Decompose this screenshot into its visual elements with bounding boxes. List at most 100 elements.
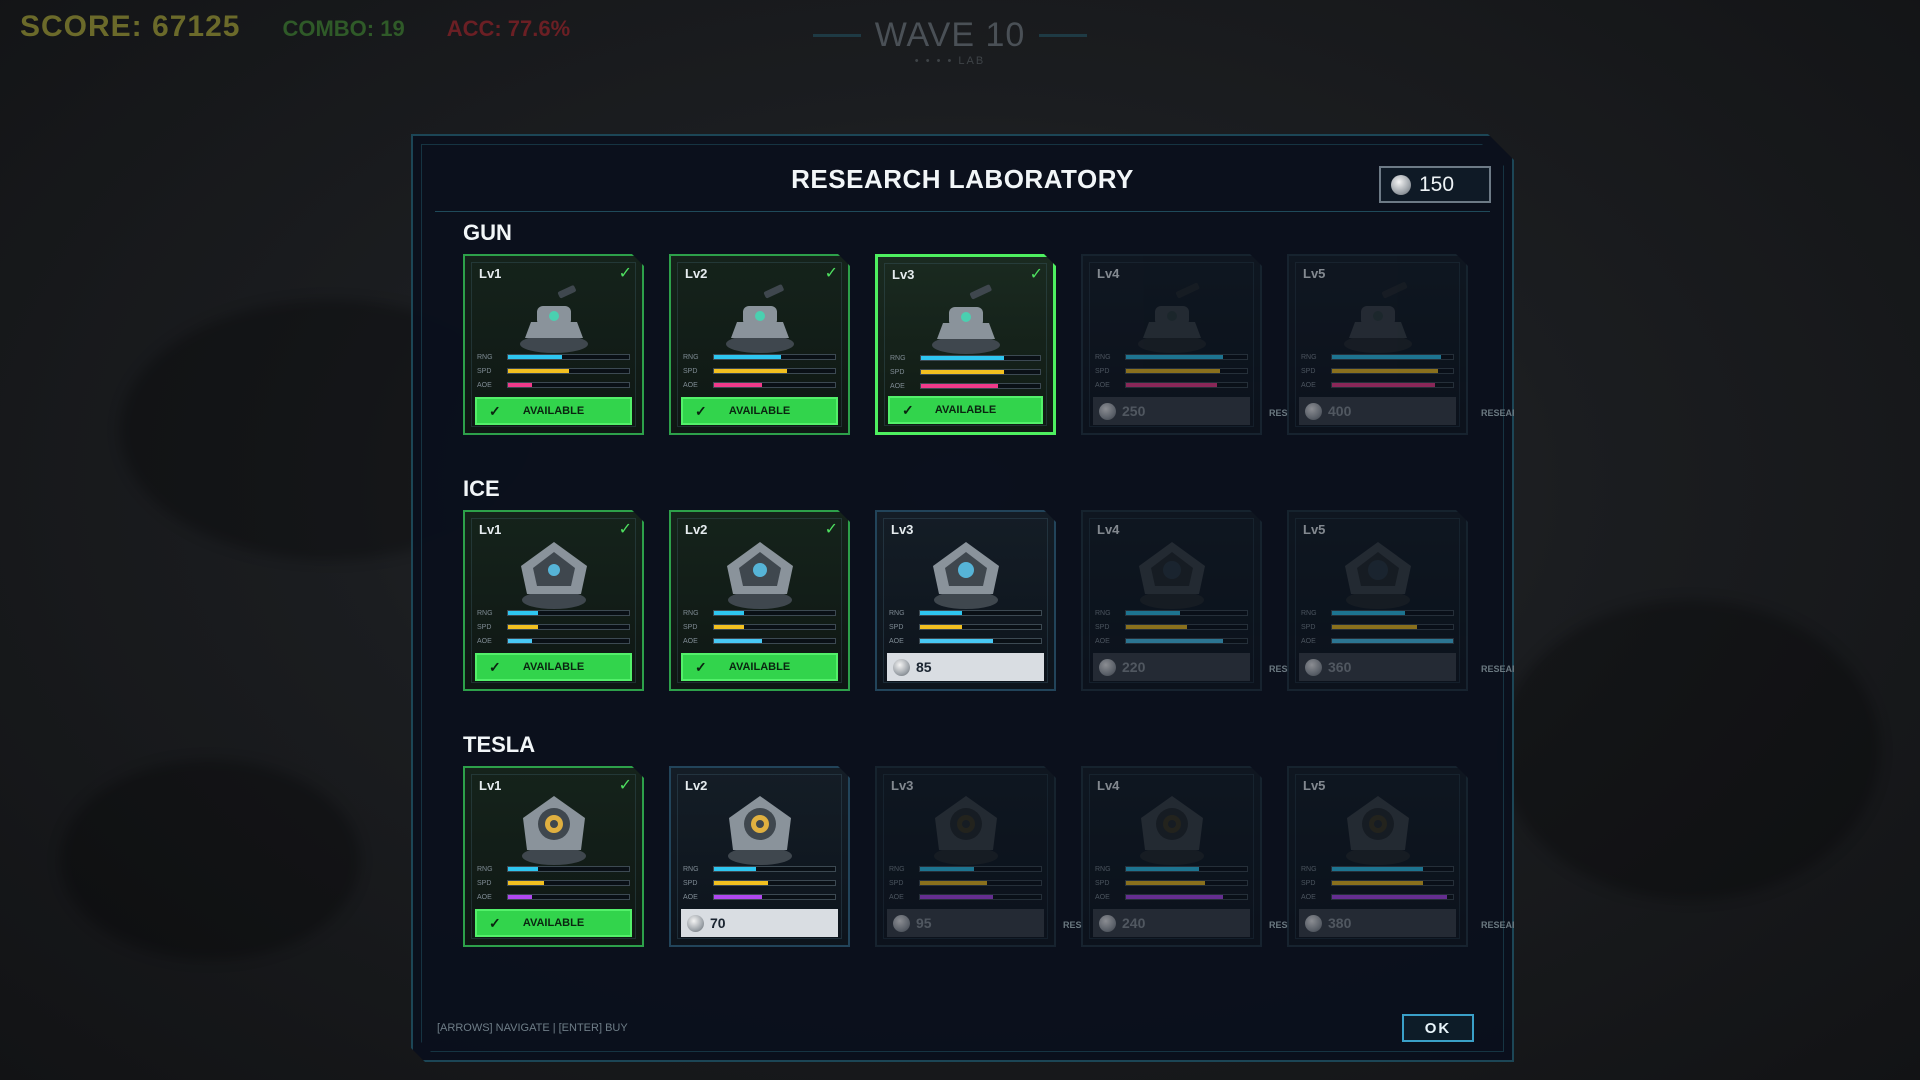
stat-track bbox=[1331, 624, 1454, 630]
stat-label: AOE bbox=[1301, 637, 1316, 645]
stat-label: SPD bbox=[683, 367, 698, 375]
coin-icon bbox=[1305, 659, 1322, 676]
stat-fill-spd bbox=[1126, 369, 1220, 373]
stat-fill-spd bbox=[1332, 369, 1438, 373]
upgrade-card-tesla-lv3[interactable]: Lv3 RNG SPD AOE 95 bbox=[875, 766, 1056, 947]
category-title: GUN bbox=[463, 220, 512, 245]
stat-label: RNG bbox=[1301, 865, 1317, 873]
available-label: AVAILABLE bbox=[522, 917, 585, 929]
buy-button[interactable]: 85 bbox=[887, 653, 1044, 681]
check-icon: ✓ bbox=[695, 402, 707, 419]
stat-track bbox=[919, 880, 1042, 886]
available-button[interactable]: ✓ AVAILABLE bbox=[888, 396, 1043, 424]
coin-icon bbox=[1099, 659, 1116, 676]
turret-tesla-icon bbox=[1129, 790, 1215, 868]
stat-label: SPD bbox=[889, 879, 904, 887]
title-divider bbox=[435, 211, 1490, 212]
stat-aoe: AOE bbox=[1095, 378, 1248, 392]
stat-track bbox=[1125, 866, 1248, 872]
upgrade-card-tesla-lv1[interactable]: Lv1 ✓ RNG SPD AOE ✓ AVAILABLE bbox=[463, 766, 644, 947]
upgrade-card-tesla-lv5[interactable]: Lv5 RNG SPD AOE 380 bbox=[1287, 766, 1468, 947]
stat-spd: SPD bbox=[890, 365, 1041, 379]
stat-fill-aoe bbox=[921, 384, 998, 388]
turret-gun-icon bbox=[923, 279, 1009, 357]
stat-track bbox=[1125, 368, 1248, 374]
stat-label: RNG bbox=[477, 353, 493, 361]
available-button[interactable]: ✓ AVAILABLE bbox=[475, 653, 632, 681]
ok-button[interactable]: OK bbox=[1402, 1014, 1474, 1042]
stat-rng: RNG bbox=[889, 862, 1042, 876]
stat-label: RNG bbox=[889, 865, 905, 873]
upgrade-card-ice-lv4[interactable]: Lv4 RNG SPD AOE 220 bbox=[1081, 510, 1262, 691]
stat-track bbox=[507, 866, 630, 872]
stat-track bbox=[713, 382, 836, 388]
check-icon: ✓ bbox=[824, 521, 838, 538]
turret-ice-icon bbox=[717, 534, 803, 612]
available-button[interactable]: ✓ AVAILABLE bbox=[681, 653, 838, 681]
stat-fill-aoe bbox=[1126, 639, 1223, 643]
stat-label: SPD bbox=[683, 879, 698, 887]
stat-fill-aoe bbox=[1332, 639, 1453, 643]
research-label: RESEARCH bbox=[1481, 664, 1532, 674]
upgrade-card-gun-lv2[interactable]: Lv2 ✓ RNG SPD AOE ✓ AVAILABLE bbox=[669, 254, 850, 435]
stat-label: SPD bbox=[1095, 623, 1110, 631]
stat-fill-rng bbox=[1126, 867, 1199, 871]
buy-button[interactable]: 70 bbox=[681, 909, 838, 937]
available-button[interactable]: ✓ AVAILABLE bbox=[475, 909, 632, 937]
stat-fill-spd bbox=[1126, 881, 1205, 885]
stat-aoe: AOE bbox=[889, 634, 1042, 648]
available-button[interactable]: ✓ AVAILABLE bbox=[681, 397, 838, 425]
stat-track bbox=[1331, 880, 1454, 886]
stat-fill-spd bbox=[1332, 881, 1423, 885]
stat-aoe: AOE bbox=[477, 890, 630, 904]
level-label: Lv3 bbox=[891, 522, 914, 537]
stat-bars: RNG SPD AOE bbox=[1095, 606, 1248, 648]
price-label: 380 bbox=[1328, 915, 1352, 931]
upgrade-card-ice-lv1[interactable]: Lv1 ✓ RNG SPD AOE ✓ AVAILABLE bbox=[463, 510, 644, 691]
panel-title: RESEARCH LABORATORY bbox=[791, 164, 1134, 194]
upgrade-card-gun-lv1[interactable]: Lv1 ✓ RNG SPD AOE ✓ AVAILABLE bbox=[463, 254, 644, 435]
upgrade-card-tesla-lv2[interactable]: Lv2 RNG SPD AOE 70 bbox=[669, 766, 850, 947]
upgrade-card-tesla-lv4[interactable]: Lv4 RNG SPD AOE 240 bbox=[1081, 766, 1262, 947]
stat-rng: RNG bbox=[683, 862, 836, 876]
stat-label: SPD bbox=[1301, 623, 1316, 631]
upgrade-card-ice-lv5[interactable]: Lv5 RNG SPD AOE 360 bbox=[1287, 510, 1468, 691]
stat-fill-spd bbox=[508, 625, 538, 629]
coin-icon bbox=[1099, 403, 1116, 420]
stat-fill-aoe bbox=[1332, 895, 1447, 899]
price-label: 220 bbox=[1122, 659, 1146, 675]
stat-fill-rng bbox=[508, 867, 538, 871]
stat-fill-spd bbox=[920, 881, 987, 885]
price-label: 240 bbox=[1122, 915, 1146, 931]
upgrade-card-gun-lv4[interactable]: Lv4 RNG SPD AOE 250 bbox=[1081, 254, 1262, 435]
stat-fill-aoe bbox=[920, 639, 993, 643]
available-button[interactable]: ✓ AVAILABLE bbox=[475, 397, 632, 425]
stat-label: AOE bbox=[683, 637, 698, 645]
turret-tesla-icon bbox=[1335, 790, 1421, 868]
locked-price: 250 bbox=[1093, 397, 1250, 425]
turret-gun-icon bbox=[717, 278, 803, 356]
stat-fill-rng bbox=[508, 355, 562, 359]
stat-label: RNG bbox=[683, 865, 699, 873]
stat-spd: SPD bbox=[477, 876, 630, 890]
stat-spd: SPD bbox=[477, 364, 630, 378]
stat-rng: RNG bbox=[890, 351, 1041, 365]
stat-track bbox=[507, 880, 630, 886]
price-label: 250 bbox=[1122, 403, 1146, 419]
stat-rng: RNG bbox=[1095, 862, 1248, 876]
stat-label: SPD bbox=[477, 879, 492, 887]
stat-track bbox=[507, 382, 630, 388]
stat-rng: RNG bbox=[1301, 862, 1454, 876]
upgrade-card-gun-lv3[interactable]: Lv3 ✓ RNG SPD AOE ✓ AVAILABLE bbox=[875, 254, 1056, 435]
upgrade-card-gun-lv5[interactable]: Lv5 RNG SPD AOE 400 bbox=[1287, 254, 1468, 435]
upgrade-card-ice-lv3[interactable]: Lv3 RNG SPD AOE 85 bbox=[875, 510, 1056, 691]
res-label: RES bbox=[1269, 920, 1288, 930]
res-label: RES bbox=[1269, 664, 1288, 674]
stat-label: AOE bbox=[683, 893, 698, 901]
stat-label: RNG bbox=[1095, 865, 1111, 873]
stat-track bbox=[1125, 382, 1248, 388]
stat-fill-spd bbox=[508, 369, 569, 373]
stat-track bbox=[919, 638, 1042, 644]
stat-label: AOE bbox=[889, 637, 904, 645]
upgrade-card-ice-lv2[interactable]: Lv2 ✓ RNG SPD AOE ✓ AVAILABLE bbox=[669, 510, 850, 691]
